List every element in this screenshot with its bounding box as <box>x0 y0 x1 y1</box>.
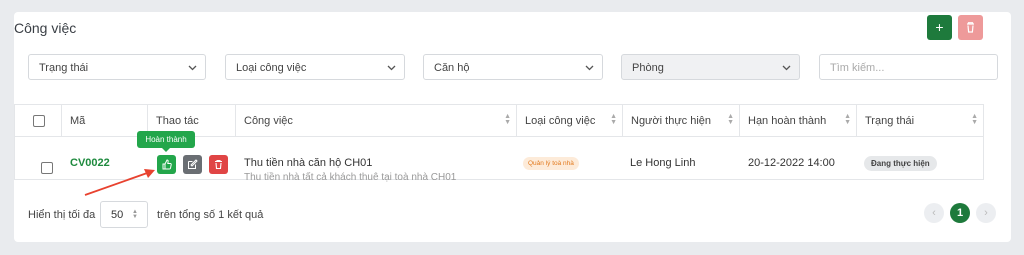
add-button[interactable]: + <box>927 15 952 40</box>
header-task-label: Công việc <box>244 115 293 127</box>
header-type[interactable]: Loại công việc ▲ ▼ <box>517 105 623 136</box>
complete-tooltip: Hoàn thành <box>137 131 195 152</box>
chevron-down-icon <box>585 65 594 71</box>
stepper-icon: ▲ ▼ <box>132 209 138 220</box>
job-type-filter-label: Loại công việc <box>236 62 307 74</box>
room-filter[interactable]: Phòng <box>621 54 800 80</box>
delete-button[interactable] <box>209 155 228 174</box>
room-filter-label: Phòng <box>632 62 664 74</box>
chevron-down-icon <box>188 65 197 71</box>
annotation-arrow-icon <box>84 169 155 196</box>
header-deadline[interactable]: Hạn hoàn thành ▲ ▼ <box>740 105 857 136</box>
task-description: Thu tiền nhà tất cả khách thuê tại toà n… <box>244 172 457 183</box>
page-size-select[interactable]: 50 ▲ ▼ <box>100 201 148 228</box>
deadline-value: 20-12-2022 14:00 <box>748 157 835 169</box>
status-badge: Đang thực hiện <box>864 156 937 171</box>
prev-page-button[interactable]: ‹ <box>924 203 944 223</box>
next-page-button[interactable]: › <box>976 203 996 223</box>
sort-icon: ▲ ▼ <box>971 113 978 126</box>
apartment-filter[interactable]: Căn hộ <box>423 54 603 80</box>
apartment-filter-label: Căn hộ <box>434 62 470 74</box>
sort-icon: ▲ ▼ <box>504 113 511 126</box>
type-badge: Quản lý toà nhà <box>523 157 579 170</box>
header-code-label: Mã <box>70 115 86 127</box>
search-input[interactable]: Tìm kiếm... <box>819 54 998 80</box>
trash-icon <box>967 22 974 33</box>
total-results-label: trên tổng số 1 kết quả <box>157 209 264 221</box>
header-assignee[interactable]: Người thực hiện ▲ ▼ <box>623 105 740 136</box>
header-status[interactable]: Trạng thái ▲ ▼ <box>857 105 983 136</box>
header-actions-label: Thao tác <box>156 115 199 127</box>
header-select-all <box>15 105 62 136</box>
sort-icon: ▲ ▼ <box>727 113 734 126</box>
header-code[interactable]: Mã <box>62 105 148 136</box>
search-placeholder: Tìm kiếm... <box>830 62 885 74</box>
bulk-delete-button[interactable] <box>958 15 983 40</box>
chevron-down-icon <box>387 65 396 71</box>
status-filter[interactable]: Trạng thái <box>28 54 206 80</box>
page-size-label: Hiển thị tối đa <box>28 209 96 221</box>
edit-icon <box>188 159 198 169</box>
header-status-label: Trạng thái <box>865 115 915 127</box>
status-filter-label: Trạng thái <box>39 62 89 74</box>
chevron-down-icon <box>782 65 791 71</box>
row-checkbox[interactable] <box>41 162 53 174</box>
header-deadline-label: Hạn hoàn thành <box>748 115 827 127</box>
task-title: Thu tiền nhà căn hộ CH01 <box>244 157 373 169</box>
page-button-current[interactable]: 1 <box>950 203 970 223</box>
header-assignee-label: Người thực hiện <box>631 115 712 127</box>
page-title: Công việc <box>14 20 77 36</box>
select-all-checkbox[interactable] <box>33 115 45 127</box>
sort-icon: ▲ ▼ <box>844 113 851 126</box>
header-task[interactable]: Công việc ▲ ▼ <box>236 105 517 136</box>
sort-icon: ▲ ▼ <box>610 113 617 126</box>
assignee-name: Le Hong Linh <box>630 157 696 169</box>
header-type-label: Loại công việc <box>525 115 596 127</box>
trash-icon <box>215 159 222 170</box>
edit-button[interactable] <box>183 155 202 174</box>
page-size-value: 50 <box>111 209 124 221</box>
job-type-filter[interactable]: Loại công việc <box>225 54 405 80</box>
